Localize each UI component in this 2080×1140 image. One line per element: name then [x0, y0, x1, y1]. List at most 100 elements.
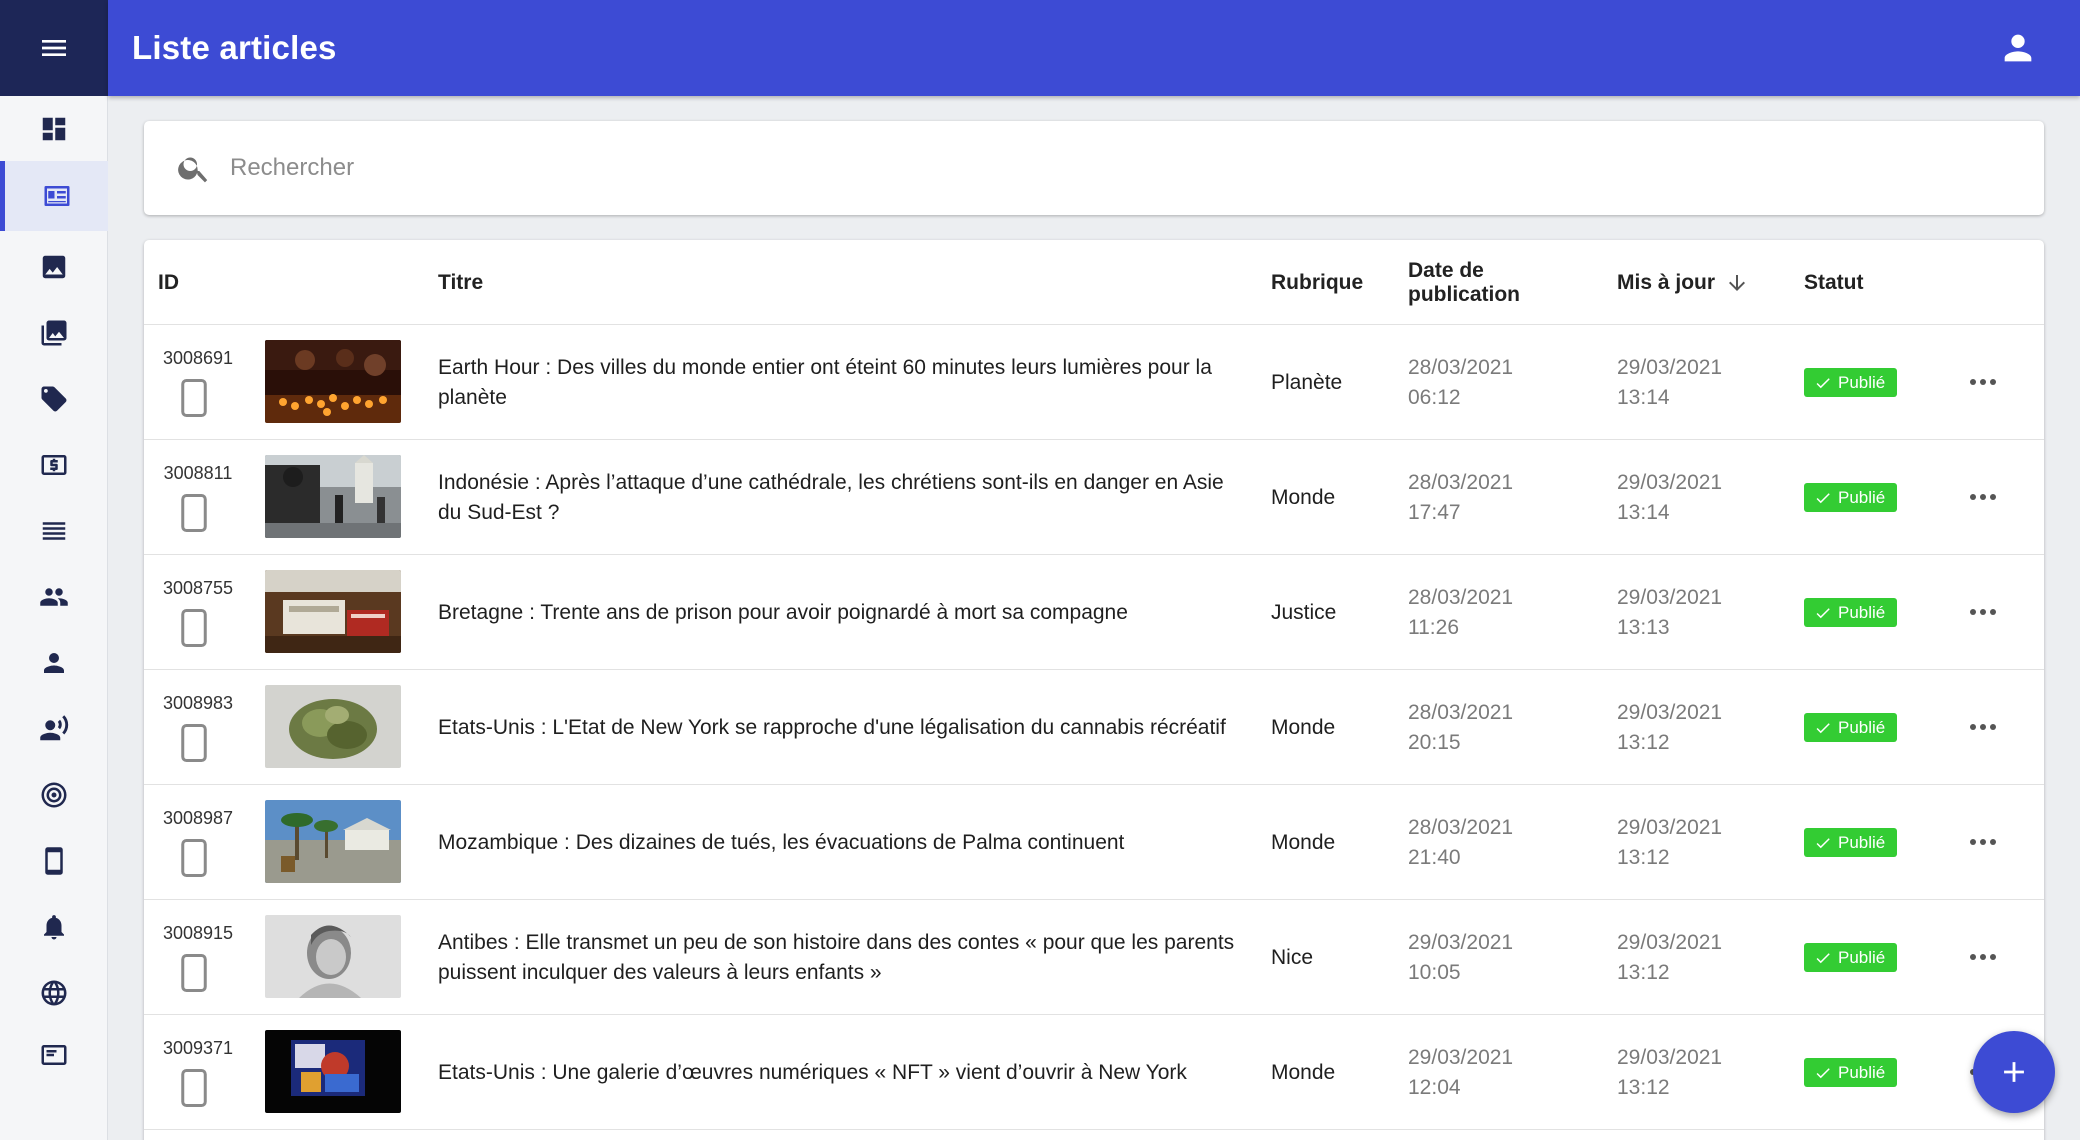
table-row[interactable]: 3008755 Bretagne : Trente ans de prison p… — [144, 555, 2044, 670]
article-id: 3008987 — [162, 808, 234, 828]
more-actions-button[interactable] — [1964, 596, 2002, 628]
plus-icon — [2004, 1062, 2024, 1082]
dashboard-icon — [42, 117, 66, 141]
mis-a-jour-time: 13:12 — [1617, 961, 1670, 984]
mis-a-jour-time: 13:14 — [1617, 501, 1670, 524]
article-title[interactable]: Earth Hour : Des villes du monde entier … — [438, 325, 1238, 440]
more-actions-button[interactable] — [1964, 711, 2002, 743]
column-header-date-publication[interactable]: Date de publication — [1408, 240, 1548, 325]
article-title[interactable]: Bretagne : Trente ans de prison pour avo… — [438, 555, 1238, 670]
mis-a-jour-time: 13:12 — [1617, 731, 1670, 754]
sidebar-item-tags[interactable] — [0, 371, 108, 427]
smartphone-icon — [179, 609, 209, 647]
more-actions-button[interactable] — [1964, 366, 2002, 398]
sidebar-item-users[interactable] — [0, 635, 108, 691]
sidebar-item-mobile[interactable] — [0, 833, 108, 889]
table-row[interactable]: 3008915 Antibes : Elle transmet un peu de… — [144, 900, 2044, 1015]
mis-a-jour-day: 29/03/2021 — [1617, 816, 1723, 839]
status-label: Publié — [1838, 947, 1886, 967]
sidebar-item-sites[interactable] — [0, 965, 108, 1021]
table-row[interactable]: 3008811 Indonésie : Après l’attaque d’une… — [144, 440, 2044, 555]
status-label: Publié — [1838, 487, 1886, 507]
check-icon — [1814, 374, 1832, 392]
mis-a-jour-time: 13:12 — [1617, 1076, 1670, 1099]
article-title[interactable]: Etats-Unis : L'Etat de New York se rappr… — [438, 670, 1238, 785]
sidebar-item-galleries[interactable] — [0, 305, 108, 361]
more-actions-button[interactable] — [1964, 826, 2002, 858]
table-row[interactable]: 3008983 Etats-Unis : L'Etat de New York s… — [144, 670, 2044, 785]
sidebar-item-notifications[interactable] — [0, 899, 108, 955]
sidebar-item-list[interactable] — [0, 503, 108, 559]
column-header-title[interactable]: Titre — [438, 240, 483, 325]
status-badge: Publié — [1804, 943, 1898, 972]
check-icon — [1814, 719, 1832, 737]
tag-icon — [41, 386, 67, 412]
sidebar-item-widgets[interactable] — [0, 1027, 108, 1083]
article-mis-a-jour: 29/03/2021 13:14 — [1617, 468, 1722, 528]
check-icon — [1814, 949, 1832, 967]
sidebar-item-images[interactable] — [0, 239, 108, 295]
page-title: Liste articles — [132, 29, 337, 66]
date-publication-day: 28/03/2021 — [1408, 586, 1514, 609]
check-icon — [1814, 489, 1832, 507]
date-publication-day: 28/03/2021 — [1408, 816, 1514, 839]
target-icon — [41, 782, 67, 808]
sidebar — [0, 0, 108, 1140]
account-button[interactable] — [1998, 28, 2038, 68]
smartphone-icon — [179, 379, 209, 417]
status-label: Publié — [1838, 602, 1886, 622]
more-horiz-icon — [1970, 379, 1976, 385]
more-horiz-icon — [1970, 839, 1976, 845]
date-publication-time: 10:05 — [1408, 961, 1461, 984]
sidebar-item-tracking[interactable] — [0, 767, 108, 823]
article-thumbnail — [265, 570, 401, 653]
article-id: 3008691 — [162, 348, 234, 368]
status-badge: Publié — [1804, 598, 1898, 627]
sidebar-item-groups[interactable] — [0, 569, 108, 625]
mis-a-jour-day: 29/03/2021 — [1617, 356, 1723, 379]
column-header-id[interactable]: ID — [158, 240, 179, 325]
column-header-rubrique[interactable]: Rubrique — [1271, 240, 1363, 325]
article-mis-a-jour: 29/03/2021 13:12 — [1617, 928, 1722, 988]
sidebar-item-speakers[interactable] — [0, 701, 108, 757]
article-thumbnail — [265, 455, 401, 538]
article-id: 3008915 — [162, 923, 234, 943]
table-row[interactable]: 3008691 Earth Hour : Des villes du monde … — [144, 325, 2044, 440]
article-mis-a-jour: 29/03/2021 13:14 — [1617, 353, 1722, 413]
photo-library-icon — [41, 320, 67, 346]
sidebar-item-articles[interactable] — [0, 161, 108, 231]
table-row[interactable]: 3009371 Etats-Unis : Une galerie d’œuvres… — [144, 1015, 2044, 1130]
add-article-button[interactable] — [1973, 1031, 2055, 1113]
smartphone-icon — [179, 954, 209, 992]
article-title[interactable]: Etats-Unis : Une galerie d’œuvres numéri… — [438, 1015, 1238, 1130]
column-header-statut[interactable]: Statut — [1804, 240, 1864, 325]
article-id: 3009371 — [162, 1038, 234, 1058]
search-input[interactable] — [230, 154, 1930, 182]
date-publication-day: 28/03/2021 — [1408, 471, 1514, 494]
table-row[interactable]: 3008987 Mozambique : Des dizaines de tués… — [144, 785, 2044, 900]
article-mis-a-jour: 29/03/2021 13:12 — [1617, 813, 1722, 873]
menu-button[interactable] — [0, 0, 108, 96]
date-publication-day: 28/03/2021 — [1408, 701, 1514, 724]
more-actions-button[interactable] — [1964, 941, 2002, 973]
article-mis-a-jour: 29/03/2021 13:12 — [1617, 1043, 1722, 1103]
date-publication-day: 28/03/2021 — [1408, 356, 1514, 379]
smartphone-icon — [179, 839, 209, 877]
article-title[interactable]: Mozambique : Des dizaines de tués, les é… — [438, 785, 1238, 900]
more-actions-button[interactable] — [1964, 481, 2002, 513]
article-title[interactable]: Indonésie : Après l’attaque d’une cathéd… — [438, 440, 1238, 555]
article-thumbnail — [265, 685, 401, 768]
table-header: ID Titre Rubrique Date de publication Mi… — [144, 240, 2044, 325]
sidebar-item-dashboard[interactable] — [0, 101, 108, 157]
smartphone-icon — [179, 724, 209, 762]
article-title[interactable]: Antibes : Elle transmet un peu de son hi… — [438, 900, 1238, 1015]
article-thumbnail — [265, 1030, 401, 1113]
sidebar-item-monetization[interactable] — [0, 437, 108, 493]
card-icon — [41, 1045, 67, 1065]
mis-a-jour-time: 13:13 — [1617, 616, 1670, 639]
search-bar — [144, 121, 2044, 215]
smartphone-icon — [179, 494, 209, 532]
date-publication-time: 20:15 — [1408, 731, 1461, 754]
column-header-mis-a-jour[interactable]: Mis à jour — [1617, 240, 1749, 325]
check-icon — [1814, 1064, 1832, 1082]
